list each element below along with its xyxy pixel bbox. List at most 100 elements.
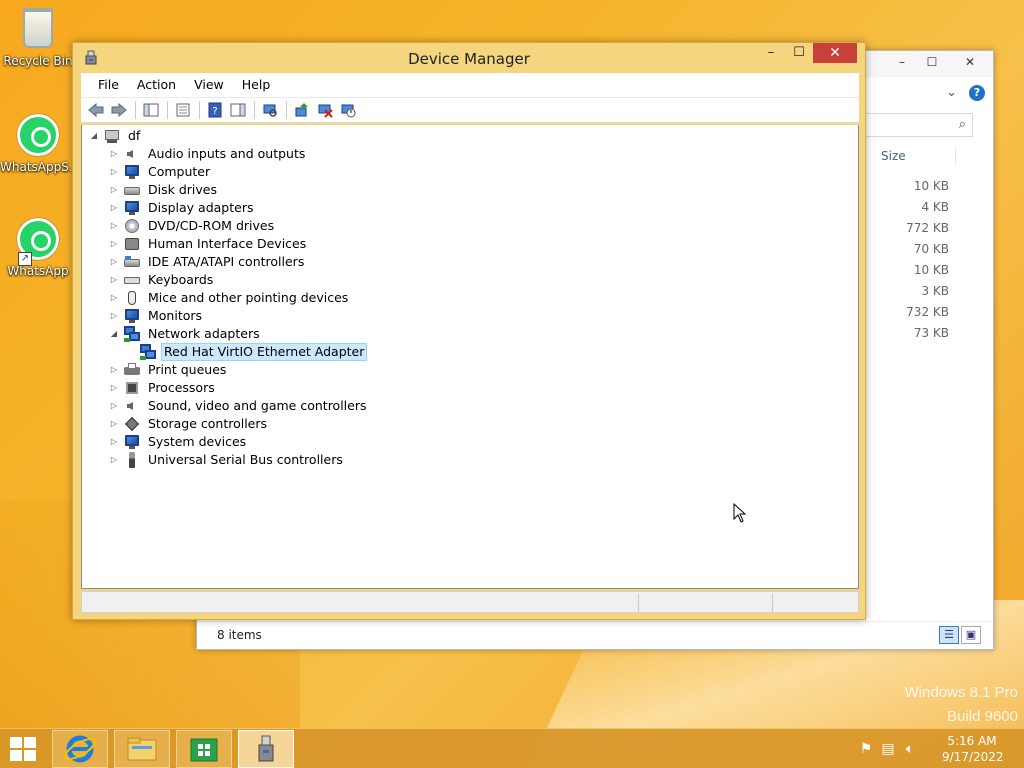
menu-action[interactable]: Action [128,73,185,97]
tree-item-storage-controllers[interactable]: ▷ Storage controllers [108,415,270,433]
tree-item-hid[interactable]: ▷ Human Interface Devices [108,235,309,253]
expand-arrow-icon[interactable]: ▷ [108,310,120,322]
explorer-close-button[interactable]: ✕ [947,51,993,73]
taskbar-device-manager[interactable] [238,730,294,768]
tree-root-label: df [128,128,141,143]
expand-arrow-icon[interactable]: ▷ [108,148,120,160]
expand-arrow-icon[interactable]: ▷ [108,274,120,286]
back-arrow-icon[interactable] [85,100,107,120]
expand-arrow-icon[interactable]: ▷ [108,238,120,250]
item-count: 8 items [217,628,262,642]
tree-item-system-devices[interactable]: ▷ System devices [108,433,249,451]
menu-view[interactable]: View [185,73,233,97]
show-hide-console-tree-icon[interactable] [140,100,162,120]
collapse-arrow-icon[interactable]: ◢ [88,130,100,142]
desktop-icon-label: Recycle Bin [3,54,73,68]
monitor-icon [124,308,140,324]
tree-item-label: IDE ATA/ATAPI controllers [148,254,305,269]
scan-hardware-changes-icon[interactable] [259,100,281,120]
taskbar-internet-explorer[interactable] [52,730,108,768]
tree-item-sound-controllers[interactable]: ▷ Sound, video and game controllers [108,397,370,415]
column-separator[interactable] [955,147,956,165]
expand-arrow-icon[interactable]: ▷ [108,202,120,214]
explorer-maximize-button[interactable]: ☐ [917,51,947,73]
maximize-button[interactable]: ☐ [785,43,813,63]
tree-item-monitors[interactable]: ▷ Monitors [108,307,205,325]
tree-item-dvd-drives[interactable]: ▷ DVD/CD-ROM drives [108,217,277,235]
forward-arrow-icon[interactable] [108,100,130,120]
expand-arrow-icon[interactable]: ▷ [108,220,120,232]
expand-arrow-icon[interactable]: ▷ [108,364,120,376]
action-pane-icon[interactable] [227,100,249,120]
action-center-flag-icon[interactable]: ⚑ [858,741,874,757]
menu-file[interactable]: File [89,73,128,97]
cd-drive-icon [124,218,140,234]
expand-arrow-icon[interactable]: ▷ [108,184,120,196]
file-size-cell: 732 KB [906,305,949,319]
explorer-search-input[interactable]: ⌕ [865,113,973,137]
help-icon[interactable]: ? [969,85,985,101]
expand-arrow-icon[interactable]: ▷ [108,382,120,394]
recycle-bin-icon [23,8,53,48]
close-button[interactable]: ✕ [813,43,857,63]
tree-item-display-adapters[interactable]: ▷ Display adapters [108,199,256,217]
tree-item-computer[interactable]: ▷ Computer [108,163,213,181]
device-manager-titlebar[interactable]: Device Manager – ☐ ✕ [73,43,865,73]
update-driver-icon[interactable] [291,100,313,120]
expand-arrow-icon[interactable]: ▷ [108,256,120,268]
desktop-icon-whatsapp-setup[interactable]: WhatsAppS... [0,114,80,174]
tree-item-label: Computer [148,164,211,179]
tree-item-ide-controllers[interactable]: ▷ IDE ATA/ATAPI controllers [108,253,307,271]
tree-root-computer[interactable]: ◢ df [88,127,143,145]
tree-item-keyboards[interactable]: ▷ Keyboards [108,271,216,289]
taskbar-file-explorer[interactable] [114,730,170,768]
explorer-minimize-button[interactable]: – [887,51,917,73]
device-manager-window[interactable]: Device Manager – ☐ ✕ File Action View He… [72,42,866,620]
expand-arrow-icon[interactable]: ▷ [108,400,120,412]
desktop-icon-recycle-bin[interactable]: Recycle Bin [0,8,76,68]
tree-item-virtio-ethernet-adapter[interactable]: Red Hat VirtIO Ethernet Adapter [140,343,368,361]
expand-arrow-icon[interactable]: ▷ [108,166,120,178]
expand-arrow-icon[interactable]: ▷ [108,454,120,466]
tree-item-usb-controllers[interactable]: ▷ Universal Serial Bus controllers [108,451,346,469]
status-bar-separator [638,594,639,612]
menu-help[interactable]: Help [233,73,280,97]
details-view-icon[interactable]: ☰ [939,626,959,644]
tree-item-audio[interactable]: ▷ Audio inputs and outputs [108,145,308,163]
tree-item-print-queues[interactable]: ▷ Print queues [108,361,229,379]
tree-item-network-adapters[interactable]: ◢ Network adapters [108,325,263,343]
tree-item-disk-drives[interactable]: ▷ Disk drives [108,181,220,199]
uninstall-device-icon[interactable] [314,100,336,120]
network-icon[interactable]: ▤ [880,741,896,757]
column-header-size[interactable]: Size [881,149,906,163]
minimize-button[interactable]: – [757,43,785,63]
clock[interactable]: 5:16 AM 9/17/2022 [942,733,1004,765]
clock-time: 5:16 AM [947,734,997,748]
chevron-down-icon[interactable]: ⌄ [946,85,957,100]
expand-arrow-icon[interactable]: ▷ [108,292,120,304]
system-tray: ⚑ ▤ 🔈︎ 5:16 AM 9/17/2022 [854,729,1024,768]
file-size-cell: 10 KB [913,263,949,277]
properties-icon[interactable] [172,100,194,120]
tree-item-label: Storage controllers [148,416,268,431]
collapse-arrow-icon[interactable]: ◢ [108,328,120,340]
help-book-icon[interactable]: ? [204,100,226,120]
tree-item-label: System devices [148,434,247,449]
file-size-cell: 70 KB [913,242,949,256]
search-icon: ⌕ [958,117,966,132]
ide-controller-icon [124,254,140,270]
large-icons-view-icon[interactable]: ▣ [961,626,981,644]
expand-arrow-icon[interactable]: ▷ [108,436,120,448]
start-button[interactable] [10,737,38,763]
tree-item-label: Keyboards [148,272,214,287]
volume-icon[interactable]: 🔈︎ [902,741,918,757]
taskbar-store[interactable] [176,730,232,768]
enable-device-icon[interactable] [337,100,359,120]
system-devices-icon [124,434,140,450]
tree-item-mice[interactable]: ▷ Mice and other pointing devices [108,289,351,307]
hid-icon [124,236,140,252]
desktop-icon-whatsapp[interactable]: ↗ WhatsApp [0,218,76,278]
tree-item-processors[interactable]: ▷ Processors [108,379,218,397]
network-adapter-icon [124,326,140,342]
expand-arrow-icon[interactable]: ▷ [108,418,120,430]
